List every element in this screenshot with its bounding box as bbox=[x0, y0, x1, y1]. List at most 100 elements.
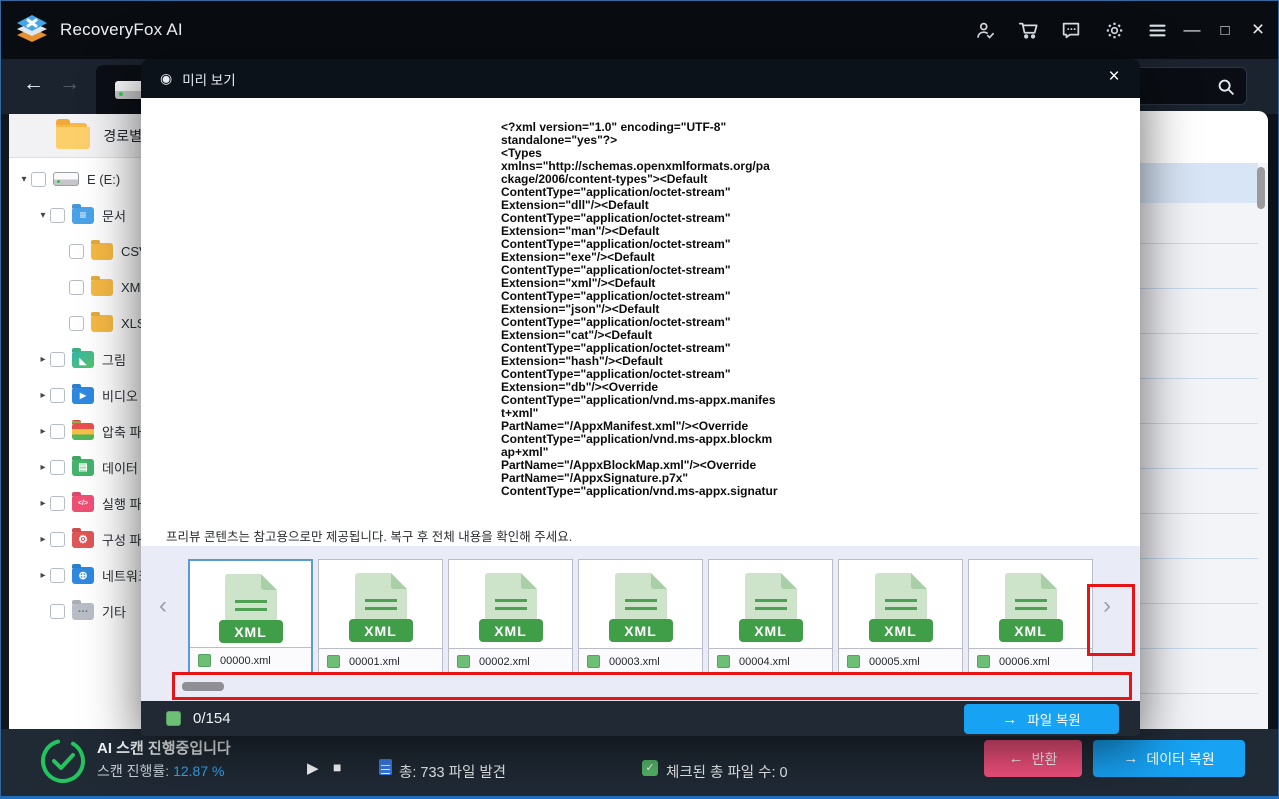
file-thumbnail[interactable]: XML 00002.xml bbox=[448, 559, 573, 675]
tree-checkbox[interactable] bbox=[50, 208, 65, 223]
tree-checkbox[interactable] bbox=[69, 280, 84, 295]
tree-item-icon bbox=[91, 279, 113, 296]
expand-arrow-icon[interactable] bbox=[36, 570, 50, 581]
select-all-checkbox[interactable] bbox=[166, 711, 181, 726]
tree-checkbox[interactable] bbox=[50, 604, 65, 619]
thumbnail-filename: 00006.xml bbox=[999, 656, 1050, 668]
tree-item-label: 실행 파일 bbox=[102, 494, 142, 513]
expand-arrow-icon[interactable] bbox=[17, 174, 31, 185]
sidebar: 경로별 E (E:) 문서 CSV XML XLS 그림 bbox=[1, 114, 142, 729]
tree-item[interactable]: E (E:) bbox=[17, 161, 120, 197]
tree-item[interactable]: CSV bbox=[55, 233, 142, 269]
user-check-icon[interactable] bbox=[974, 19, 996, 41]
thumbnail-name-row: 00003.xml bbox=[579, 648, 702, 674]
xml-file-icon: XML bbox=[319, 560, 442, 648]
list-scrollbar[interactable] bbox=[1257, 167, 1265, 209]
tree-item[interactable]: 압축 파일 bbox=[36, 413, 142, 449]
thumbnail-checkbox[interactable] bbox=[587, 655, 600, 668]
folder-icon bbox=[56, 123, 87, 149]
file-thumbnail[interactable]: XML 00003.xml bbox=[578, 559, 703, 675]
tree-checkbox[interactable] bbox=[50, 568, 65, 583]
xml-badge: XML bbox=[999, 619, 1063, 642]
xml-badge: XML bbox=[349, 619, 413, 642]
thumbnail-filename: 00000.xml bbox=[220, 655, 271, 667]
file-thumbnail[interactable]: XML 00005.xml bbox=[838, 559, 963, 675]
expand-arrow-icon[interactable] bbox=[36, 390, 50, 401]
tree-checkbox[interactable] bbox=[50, 460, 65, 475]
thumbnail-checkbox[interactable] bbox=[717, 655, 730, 668]
tree-checkbox[interactable] bbox=[31, 172, 46, 187]
gear-icon[interactable] bbox=[1103, 19, 1125, 41]
expand-arrow-icon[interactable] bbox=[36, 462, 50, 473]
app-window: RecoveryFox AI bbox=[0, 0, 1279, 799]
selected-row[interactable] bbox=[1140, 163, 1258, 203]
resume-scan-button[interactable]: ▶ bbox=[307, 759, 319, 777]
expand-arrow-icon[interactable] bbox=[36, 426, 50, 437]
tree-item-icon bbox=[72, 531, 94, 548]
expand-arrow-icon[interactable] bbox=[36, 498, 50, 509]
tree-item[interactable]: 기타 bbox=[36, 593, 126, 629]
thumbnail-filename: 00002.xml bbox=[479, 656, 530, 668]
thumbnail-name-row: 00001.xml bbox=[319, 648, 442, 674]
tree-checkbox[interactable] bbox=[50, 496, 65, 511]
thumbnail-checkbox[interactable] bbox=[977, 655, 990, 668]
thumbnail-checkbox[interactable] bbox=[457, 655, 470, 668]
app-logo-icon bbox=[14, 14, 50, 46]
maximize-button[interactable]: □ bbox=[1215, 22, 1235, 39]
modal-close-button[interactable]: × bbox=[1102, 66, 1126, 88]
file-thumbnail[interactable]: XML 00000.xml bbox=[188, 559, 313, 675]
tree-checkbox[interactable] bbox=[50, 352, 65, 367]
xml-file-icon: XML bbox=[709, 560, 832, 648]
tree-item[interactable]: 그림 bbox=[36, 341, 126, 377]
tree-item[interactable]: 데이터 bbox=[36, 449, 138, 485]
thumbnail-name-row: 00006.xml bbox=[969, 648, 1092, 674]
annotation-box-scrollbar bbox=[172, 672, 1132, 700]
tree-checkbox[interactable] bbox=[50, 532, 65, 547]
tree-item-icon bbox=[72, 351, 94, 368]
xml-badge: XML bbox=[739, 619, 803, 642]
minimize-button[interactable]: — bbox=[1182, 20, 1202, 40]
thumbnail-checkbox[interactable] bbox=[327, 655, 340, 668]
strip-prev-button[interactable]: ‹ bbox=[159, 592, 167, 620]
expand-arrow-icon[interactable] bbox=[36, 534, 50, 545]
tree-item-label: 문서 bbox=[102, 206, 126, 225]
tree-item[interactable]: 네트워크 bbox=[36, 557, 142, 593]
tree-checkbox[interactable] bbox=[69, 244, 84, 259]
tree-item[interactable]: XML bbox=[55, 269, 142, 305]
tree-checkbox[interactable] bbox=[50, 388, 65, 403]
tree-item[interactable]: 비디오 bbox=[36, 377, 138, 413]
preview-text: <?xml version="1.0" encoding="UTF-8"stan… bbox=[501, 121, 801, 498]
close-button[interactable]: × bbox=[1248, 18, 1268, 42]
expand-arrow-icon[interactable] bbox=[36, 354, 50, 365]
tab-by-path[interactable]: 경로별 bbox=[9, 114, 142, 158]
tree-item[interactable]: 문서 bbox=[36, 197, 126, 233]
xml-file-icon: XML bbox=[579, 560, 702, 648]
thumbnail-checkbox[interactable] bbox=[847, 655, 860, 668]
tree-item[interactable]: 구성 파일 bbox=[36, 521, 142, 557]
tree-item[interactable]: </> 실행 파일 bbox=[36, 485, 142, 521]
file-thumbnail[interactable]: XML 00004.xml bbox=[708, 559, 833, 675]
return-button[interactable]: ← 반환 bbox=[984, 740, 1082, 777]
file-thumbnail[interactable]: XML 00006.xml bbox=[968, 559, 1093, 675]
eye-icon: ◉ bbox=[160, 70, 172, 87]
tree-item[interactable]: XLS bbox=[55, 305, 142, 341]
search-icon bbox=[1215, 76, 1237, 98]
tree-checkbox[interactable] bbox=[69, 316, 84, 331]
data-recover-button[interactable]: → 데이터 복원 bbox=[1093, 740, 1245, 777]
file-recover-button[interactable]: → 파일 복원 bbox=[964, 704, 1119, 734]
stop-scan-button[interactable]: ■ bbox=[333, 759, 341, 775]
tree-item-icon bbox=[53, 172, 79, 186]
back-button[interactable]: ← bbox=[23, 72, 44, 96]
menu-icon[interactable] bbox=[1146, 19, 1168, 41]
chat-icon[interactable] bbox=[1060, 19, 1082, 41]
tree-item-icon bbox=[72, 567, 94, 584]
tree-checkbox[interactable] bbox=[50, 424, 65, 439]
xml-file-icon: XML bbox=[839, 560, 962, 648]
forward-button[interactable]: → bbox=[59, 72, 80, 96]
cart-icon[interactable] bbox=[1017, 19, 1039, 41]
file-thumbnail[interactable]: XML 00001.xml bbox=[318, 559, 443, 675]
checked-files-icon: ✓ bbox=[642, 760, 658, 776]
expand-arrow-icon[interactable] bbox=[36, 210, 50, 221]
file-count-icon bbox=[379, 759, 392, 775]
thumbnail-checkbox[interactable] bbox=[198, 654, 211, 667]
